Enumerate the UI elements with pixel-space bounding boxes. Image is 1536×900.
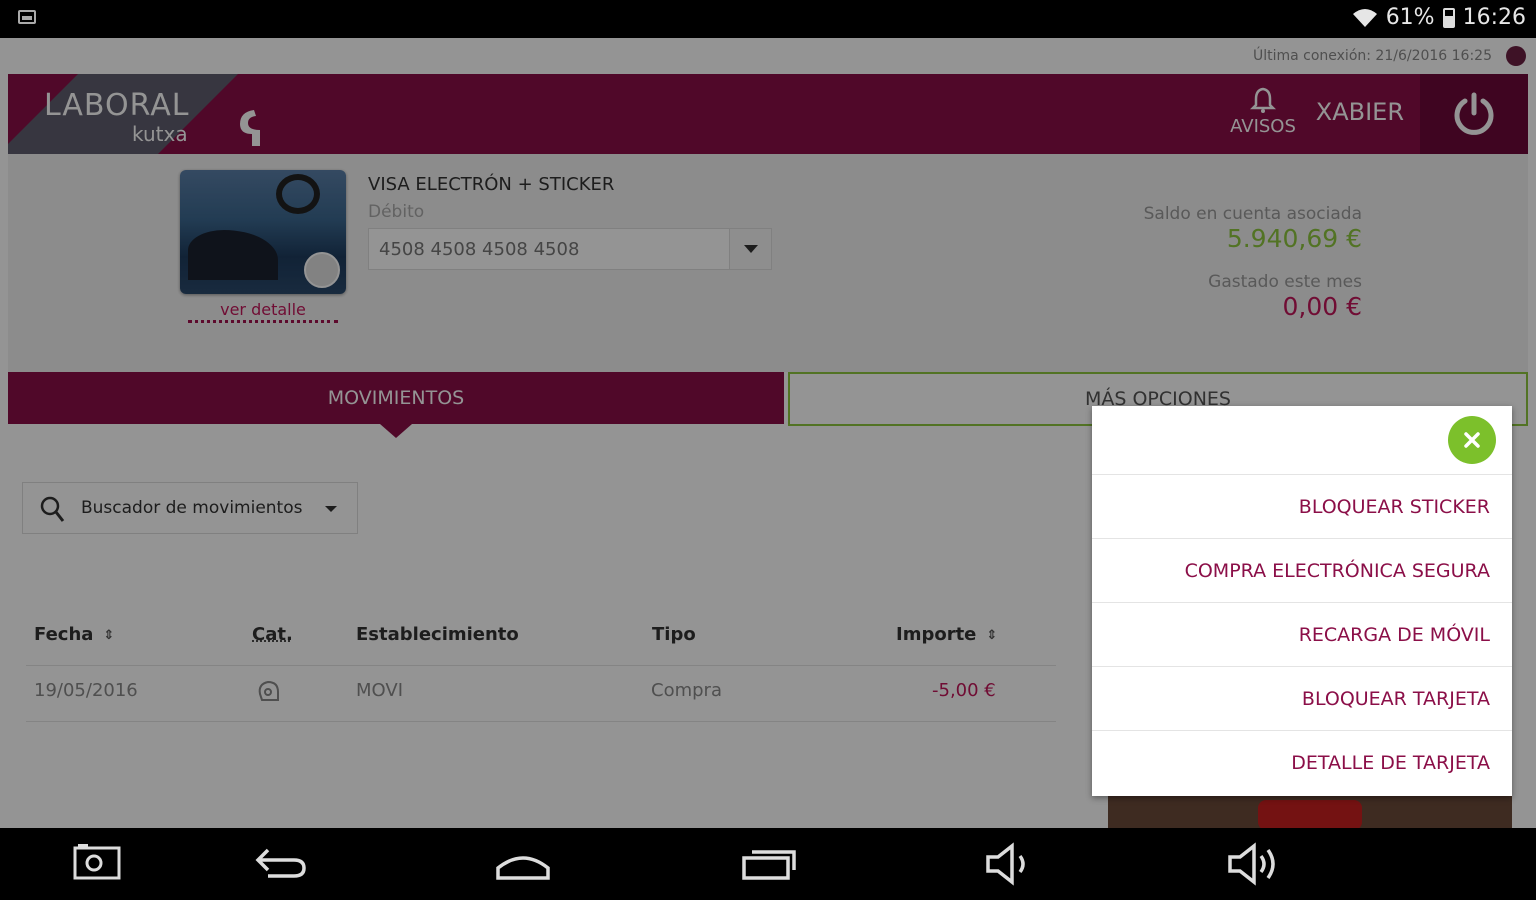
system-nav-bar [0, 828, 1536, 900]
volume-up-icon[interactable] [1226, 842, 1282, 886]
home-icon[interactable] [494, 842, 552, 882]
battery-icon [1442, 7, 1455, 28]
battery-percent: 61% [1385, 5, 1435, 30]
clock: 16:26 [1462, 5, 1526, 30]
menu-item-block-card[interactable]: BLOQUEAR TARJETA [1092, 666, 1512, 730]
volume-down-icon[interactable] [984, 842, 1036, 886]
menu-item-secure-purchase[interactable]: COMPRA ELECTRÓNICA SEGURA [1092, 538, 1512, 602]
recents-icon[interactable] [740, 842, 798, 882]
back-icon[interactable] [254, 842, 308, 882]
menu-item-mobile-topup[interactable]: RECARGA DE MÓVIL [1092, 602, 1512, 666]
more-options-menu: BLOQUEAR STICKER COMPRA ELECTRÓNICA SEGU… [1092, 406, 1512, 796]
status-bar: 61% 16:26 [0, 0, 1536, 38]
app-window: Última conexión: 21/6/2016 16:25 LABORAL… [0, 38, 1536, 828]
device-screen: 61% 16:26 Última conexión: 21/6/2016 16:… [0, 0, 1536, 900]
screenshot-icon[interactable] [72, 842, 122, 882]
close-button[interactable] [1448, 416, 1496, 464]
wifi-icon [1352, 8, 1377, 27]
screenshot-notification-icon [18, 10, 36, 24]
menu-item-card-detail[interactable]: DETALLE DE TARJETA [1092, 730, 1512, 794]
close-icon [1464, 432, 1480, 448]
menu-item-block-sticker[interactable]: BLOQUEAR STICKER [1092, 474, 1512, 538]
